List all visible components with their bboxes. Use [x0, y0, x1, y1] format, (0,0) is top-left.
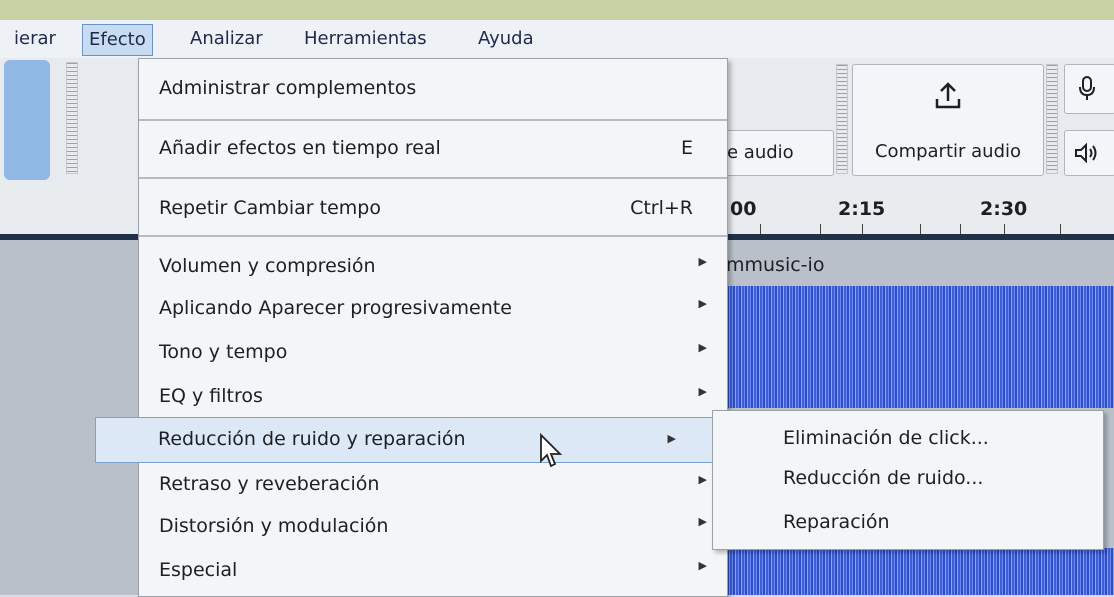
menu-separator — [139, 235, 727, 237]
menu-separator — [139, 177, 727, 179]
toolbar-grip[interactable] — [1046, 64, 1058, 174]
microphone-button[interactable] — [1064, 64, 1114, 114]
menu-analizar[interactable]: Analizar — [184, 24, 269, 54]
upload-icon — [935, 82, 961, 109]
toolbar-grip[interactable] — [66, 62, 78, 174]
audio-button-label: e audio — [727, 142, 794, 163]
effect-menu: Administrar complementos Añadir efectos … — [95, 58, 728, 597]
menu-item-label: EQ y filtros — [159, 385, 263, 407]
timeline-tick — [760, 224, 761, 234]
timeline-tick — [1060, 224, 1061, 234]
timeline-tick — [960, 224, 961, 234]
submenu-arrow-icon: ▶ — [698, 255, 707, 268]
submenu-arrow-icon: ▶ — [698, 515, 707, 528]
audio-waveform[interactable] — [718, 548, 1114, 595]
submenu-item-noise-reduction[interactable]: Reducción de ruido... — [783, 467, 983, 489]
submenu-item-click-removal[interactable]: Eliminación de click... — [783, 427, 989, 449]
timeline-label: 00 — [730, 198, 757, 220]
timeline-tick — [1004, 224, 1005, 234]
menu-efecto[interactable]: Efecto — [82, 24, 153, 56]
timeline-tick — [862, 224, 863, 234]
share-audio-label: Compartir audio — [874, 141, 1022, 162]
menu-separator — [139, 119, 727, 121]
menu-item-noise-reduction[interactable]: Reducción de ruido y reparación ▶ — [95, 417, 727, 463]
mouse-cursor-icon — [540, 433, 563, 468]
menu-item-label: Aplicando Aparecer progresivamente — [159, 297, 512, 319]
menu-ayuda[interactable]: Ayuda — [472, 24, 540, 54]
submenu-arrow-icon: ▶ — [698, 341, 707, 354]
menu-generar[interactable]: ierar — [8, 24, 62, 54]
menu-item-shortcut: Ctrl+R — [630, 197, 693, 219]
speaker-icon — [1075, 142, 1097, 164]
menu-item-label: Volumen y compresión — [159, 255, 376, 277]
speaker-button[interactable] — [1064, 130, 1114, 176]
timeline-tick — [820, 224, 821, 234]
timeline-label: 2:15 — [838, 198, 886, 220]
menu-item-label: Reducción de ruido y reparación — [158, 428, 466, 450]
submenu-arrow-icon: ▶ — [698, 473, 707, 486]
menu-item-label: Especial — [159, 559, 238, 581]
menu-herramientas[interactable]: Herramientas — [298, 24, 433, 54]
timeline-label: 2:30 — [980, 198, 1028, 220]
submenu-arrow-icon: ▶ — [698, 385, 707, 398]
audio-waveform[interactable] — [718, 286, 1114, 408]
track-name[interactable]: mmusic-io — [726, 254, 824, 276]
microphone-icon — [1079, 76, 1095, 100]
timeline-tick — [920, 224, 921, 234]
menu-item-label: Administrar complementos — [159, 77, 417, 99]
noise-reduction-submenu: Eliminación de click... Reducción de rui… — [712, 410, 1104, 550]
share-audio-button[interactable]: Compartir audio — [852, 64, 1044, 176]
menu-bar: ierar Efecto Analizar Herramientas Ayuda — [0, 20, 1114, 59]
window-title-bar — [0, 0, 1114, 20]
submenu-arrow-icon: ▶ — [698, 559, 707, 572]
menu-item-label: Añadir efectos en tiempo real — [159, 137, 441, 159]
menu-item-label: Repetir Cambiar tempo — [159, 197, 381, 219]
audio-button[interactable]: e audio — [722, 130, 834, 176]
submenu-arrow-icon: ▶ — [698, 297, 707, 310]
toolbar-grip[interactable] — [836, 64, 848, 174]
menu-item-label: Retraso y reveberación — [159, 473, 380, 495]
play-controls-panel[interactable] — [4, 60, 50, 180]
submenu-arrow-icon: ▶ — [667, 432, 676, 445]
menu-item-label: Tono y tempo — [159, 341, 288, 363]
menu-item-label: Distorsión y modulación — [159, 515, 389, 537]
menu-item-shortcut: E — [680, 137, 693, 159]
submenu-item-repair[interactable]: Reparación — [783, 511, 890, 533]
